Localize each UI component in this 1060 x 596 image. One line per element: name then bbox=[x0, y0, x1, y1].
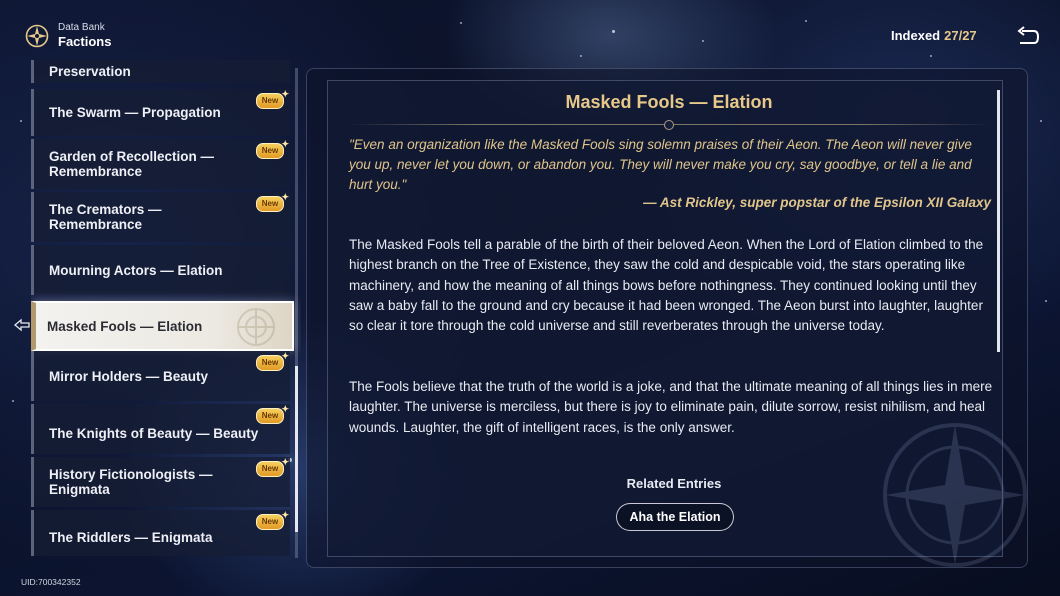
list-item[interactable]: Mirror Holders — Beauty New bbox=[31, 349, 290, 401]
page-header: Data Bank Factions bbox=[25, 22, 111, 50]
entry-paragraph: The Fools believe that the truth of the … bbox=[349, 379, 993, 435]
list-item-label: The Knights of Beauty — Beauty bbox=[49, 425, 259, 441]
entry-paragraph: The Masked Fools tell a parable of the b… bbox=[349, 237, 984, 334]
related-entries-heading: Related Entries bbox=[626, 476, 722, 491]
uid-label: UID:700342352 bbox=[21, 577, 81, 587]
data-bank-compass-icon bbox=[25, 24, 49, 48]
indexed-label: Indexed bbox=[891, 28, 941, 43]
list-item[interactable]: The Cremators — Remembrance New bbox=[31, 190, 290, 242]
list-item-label: The Cremators — Remembrance bbox=[49, 202, 162, 232]
new-badge: New bbox=[256, 190, 289, 212]
list-item[interactable]: Preservation bbox=[31, 60, 290, 83]
list-item-label: Mirror Holders — Beauty bbox=[49, 368, 209, 384]
new-badge: New bbox=[256, 349, 289, 371]
quote-attribution: — Ast Rickley, super popstar of the Epsi… bbox=[643, 195, 991, 210]
related-entry-button[interactable]: Aha the Elation bbox=[616, 503, 734, 531]
selection-pointer-icon bbox=[14, 318, 30, 332]
faction-list[interactable]: Preservation The Swarm — Propagation New… bbox=[31, 60, 301, 556]
list-item[interactable]: Garden of Recollection — Remembrance New bbox=[31, 137, 290, 189]
new-badge: New bbox=[256, 137, 289, 159]
new-badge: New bbox=[256, 87, 289, 109]
title-divider-ornament bbox=[664, 120, 674, 130]
entry-quote: "Even an organization like the Masked Fo… bbox=[349, 137, 972, 192]
new-badge: New bbox=[256, 402, 289, 424]
list-item-label: The Swarm — Propagation bbox=[49, 105, 221, 120]
list-item-label: The Riddlers — Enigmata bbox=[49, 529, 213, 545]
list-item[interactable]: History Fictionologists — Enigmata New bbox=[31, 455, 290, 507]
compass-watermark-icon bbox=[883, 423, 1027, 567]
list-item-label: Mourning Actors — Elation bbox=[49, 262, 223, 278]
elation-emblem-icon bbox=[237, 308, 275, 346]
list-item[interactable]: The Riddlers — Enigmata New bbox=[31, 508, 290, 556]
list-item[interactable]: Mourning Actors — Elation bbox=[31, 245, 290, 295]
list-item-label: Garden of Recollection — Remembrance bbox=[49, 149, 215, 179]
list-item[interactable]: The Swarm — Propagation New bbox=[31, 87, 290, 136]
return-arrow-icon[interactable] bbox=[1014, 26, 1040, 48]
new-badge: New bbox=[256, 508, 289, 530]
list-item-selected[interactable]: Masked Fools — Elation bbox=[31, 301, 294, 351]
detail-scrollbar[interactable] bbox=[997, 90, 1000, 352]
indexed-count: 27/27 bbox=[944, 28, 977, 43]
header-subtitle: Data Bank bbox=[58, 22, 105, 33]
entry-title: Masked Fools — Elation bbox=[565, 92, 773, 112]
list-item-label: History Fictionologists — Enigmata bbox=[49, 467, 213, 497]
list-scroll-thumb[interactable] bbox=[295, 366, 298, 532]
list-scrollbar[interactable] bbox=[295, 68, 298, 558]
new-badge: New bbox=[256, 455, 289, 477]
list-item[interactable]: The Knights of Beauty — Beauty New bbox=[31, 402, 290, 454]
indexed-counter: Indexed 27/27 bbox=[891, 28, 977, 43]
list-item-label: Preservation bbox=[49, 64, 131, 79]
header-title: Factions bbox=[58, 34, 112, 49]
